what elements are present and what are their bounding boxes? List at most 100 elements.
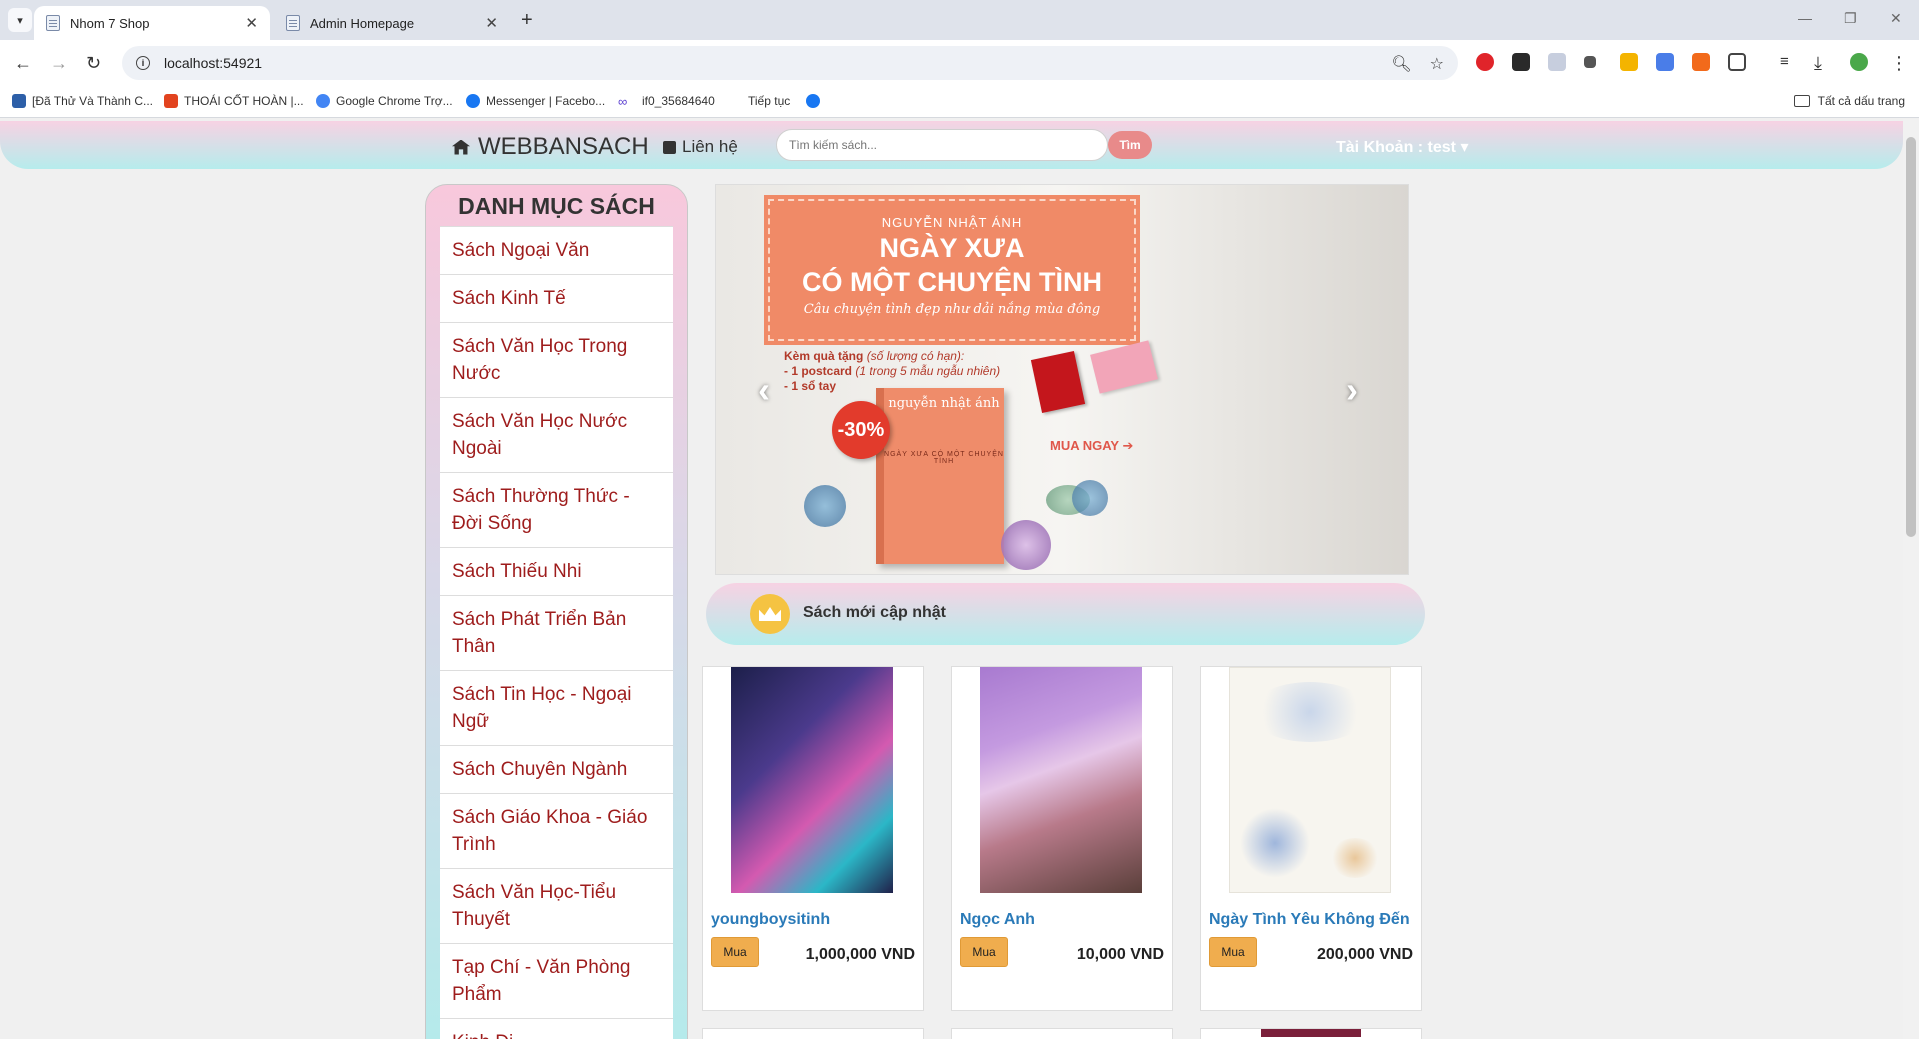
category-item[interactable]: Sách Thiếu Nhi: [440, 547, 673, 595]
bookmark-item[interactable]: ∞ if0_35684640: [618, 94, 715, 109]
zoom-icon[interactable]: 🔍︎: [1391, 54, 1411, 74]
product-image[interactable]: [731, 667, 893, 893]
page-viewport: WEBBANSACH Liên hệ Tìm Tài Khoản : test …: [0, 119, 1919, 1039]
category-item[interactable]: Sách Ngoại Văn: [440, 226, 673, 274]
scrollbar-thumb[interactable]: [1906, 137, 1916, 537]
product-name[interactable]: Ngày Tình Yêu Không Đến: [1209, 911, 1410, 929]
close-tab-icon[interactable]: ✕: [245, 14, 258, 32]
book-search-input[interactable]: [776, 129, 1108, 161]
menu-kebab-icon[interactable]: ⋮: [1890, 53, 1908, 74]
bookmark-label: Messenger | Facebo...: [486, 94, 606, 108]
buy-button[interactable]: Mua: [960, 937, 1008, 967]
bookmark-item[interactable]: Messenger | Facebo...: [466, 94, 605, 108]
new-tab-icon[interactable]: +: [521, 9, 533, 32]
shield-extension-icon[interactable]: [1548, 53, 1566, 71]
brand-link[interactable]: WEBBANSACH: [452, 133, 649, 161]
bookmark-star-icon[interactable]: ☆: [1430, 54, 1444, 74]
buy-button[interactable]: Mua: [711, 937, 759, 967]
buy-button[interactable]: Mua: [1209, 937, 1257, 967]
all-bookmarks-label: Tất cả dấu trang: [1817, 94, 1905, 108]
gift-note-2: (1 trong 5 mẫu ngẫu nhiên): [855, 364, 1001, 378]
discount-badge: -30%: [832, 401, 890, 459]
category-item[interactable]: Tạp Chí - Văn Phòng Phẩm: [440, 943, 673, 1018]
site-info-icon[interactable]: i: [136, 56, 150, 70]
tab-admin-homepage[interactable]: Admin Homepage ✕: [274, 6, 510, 40]
facebook-favicon-icon: [806, 94, 820, 108]
category-item[interactable]: Sách Giáo Khoa - Giáo Trình: [440, 793, 673, 868]
category-heading: DANH MỤC SÁCH: [458, 193, 655, 219]
orange-extension-icon[interactable]: [1692, 53, 1710, 71]
category-item[interactable]: Sách Văn Học Trong Nước: [440, 322, 673, 397]
product-card[interactable]: Ngày Tình Yêu Không Đến Mua 200,000 VND: [1200, 666, 1422, 1011]
bookmark-item[interactable]: [806, 94, 826, 108]
flower-decoration: [804, 485, 846, 527]
category-item[interactable]: Sách Kinh Tế: [440, 274, 673, 322]
new-books-header: Sách mới cập nhật: [706, 583, 1425, 645]
translate-extension-icon[interactable]: [1656, 53, 1674, 71]
product-name[interactable]: youngboysitinh: [711, 911, 830, 929]
banner-buy-now[interactable]: MUA NGAY ➔: [1050, 438, 1133, 454]
product-image[interactable]: [1261, 1029, 1361, 1037]
bookmark-item[interactable]: Google Chrome Trợ...: [316, 94, 453, 108]
forward-icon[interactable]: →: [50, 53, 68, 74]
contact-link[interactable]: Liên hệ: [663, 137, 738, 157]
category-item[interactable]: Sách Văn Học Nước Ngoài: [440, 397, 673, 472]
bookmark-item[interactable]: THOÁI CỐT HOÀN |...: [164, 94, 304, 108]
product-name[interactable]: Ngọc Anh: [960, 911, 1035, 929]
category-item[interactable]: Sách Phát Triển Bản Thân: [440, 595, 673, 670]
product-card[interactable]: youngboysitinh Mua 1,000,000 VND: [702, 666, 924, 1011]
grid-extension-icon[interactable]: [1584, 56, 1596, 68]
site-navbar: WEBBANSACH Liên hệ Tìm Tài Khoản : test …: [0, 121, 1903, 169]
shop-favicon-icon: [164, 94, 178, 108]
infinity-favicon-icon: ∞: [618, 94, 628, 109]
page-scrollbar[interactable]: [1903, 119, 1919, 1039]
gift-line-2: - 1 postcard: [784, 364, 853, 378]
product-card[interactable]: [1200, 1028, 1422, 1039]
back-icon[interactable]: ←: [14, 53, 32, 74]
category-item[interactable]: Kinh Dị: [440, 1018, 673, 1039]
bookmark-favicon-icon: [12, 94, 26, 108]
tab-nhom7-shop[interactable]: Nhom 7 Shop ✕: [34, 6, 270, 40]
product-card[interactable]: Ngọc Anh Mua 10,000 VND: [951, 666, 1173, 1011]
reading-list-icon[interactable]: ≡: [1780, 53, 1789, 70]
category-item[interactable]: Sách Tin Học - Ngoại Ngữ: [440, 670, 673, 745]
address-bar[interactable]: i localhost:54921 🔍︎ ☆: [122, 46, 1458, 80]
product-card[interactable]: [702, 1028, 924, 1039]
search-button[interactable]: Tìm: [1108, 131, 1152, 159]
all-bookmarks-button[interactable]: Tất cả dấu trang: [1793, 94, 1905, 108]
category-sidebar: DANH MỤC SÁCH Sách Ngoại Văn Sách Kinh T…: [425, 184, 688, 1039]
banner-book-cover: nguyễn nhật ánh NGÀY XƯA CÓ MỘT CHUYỆN T…: [876, 388, 1004, 564]
tab-search-chevron-icon[interactable]: ▾: [8, 8, 32, 32]
banner-title-box: NGUYỄN NHẬT ÁNH NGÀY XƯA CÓ MỘT CHUYỆN T…: [764, 195, 1140, 345]
banner-subtitle: Câu chuyện tình đẹp như dải nắng mùa đôn…: [803, 302, 1101, 317]
bookmark-item[interactable]: [Đã Thử Và Thành C...: [12, 94, 153, 108]
close-window-icon[interactable]: ✕: [1890, 10, 1902, 27]
folder-icon: [1793, 95, 1810, 107]
product-image[interactable]: [1229, 667, 1391, 893]
reload-icon[interactable]: ↻: [86, 53, 101, 74]
download-icon[interactable]: ⤓: [1814, 53, 1822, 74]
tab-title: Admin Homepage: [310, 15, 415, 31]
yellow-extension-icon[interactable]: [1620, 53, 1638, 71]
category-item[interactable]: Sách Chuyên Ngành: [440, 745, 673, 793]
close-tab-icon[interactable]: ✕: [485, 14, 498, 32]
contact-text: Liên hệ: [682, 137, 738, 156]
promo-banner-carousel[interactable]: NGUYỄN NHẬT ÁNH NGÀY XƯA CÓ MỘT CHUYỆN T…: [715, 184, 1409, 575]
bookmark-item[interactable]: Tiếp tục: [748, 94, 790, 108]
brand-text: WEBBANSACH: [478, 133, 649, 160]
opera-extension-icon[interactable]: [1476, 53, 1494, 71]
product-image[interactable]: [980, 667, 1142, 893]
account-dropdown[interactable]: Tài Khoản : test ▾: [1336, 137, 1468, 157]
carousel-prev-icon[interactable]: ‹: [758, 369, 770, 411]
product-card[interactable]: [951, 1028, 1173, 1039]
category-item[interactable]: Sách Thường Thức - Đời Sống: [440, 472, 673, 547]
minimize-icon[interactable]: —: [1798, 10, 1812, 26]
restore-icon[interactable]: ❐: [1844, 10, 1857, 27]
color-extension-icon[interactable]: [1512, 53, 1530, 71]
flower-decoration: [1072, 480, 1108, 516]
bookmark-label: if0_35684640: [642, 94, 715, 108]
profile-avatar-icon[interactable]: [1850, 53, 1868, 71]
carousel-next-icon[interactable]: ›: [1346, 369, 1358, 411]
extensions-puzzle-icon[interactable]: [1728, 53, 1746, 71]
category-item[interactable]: Sách Văn Học-Tiểu Thuyết: [440, 868, 673, 943]
